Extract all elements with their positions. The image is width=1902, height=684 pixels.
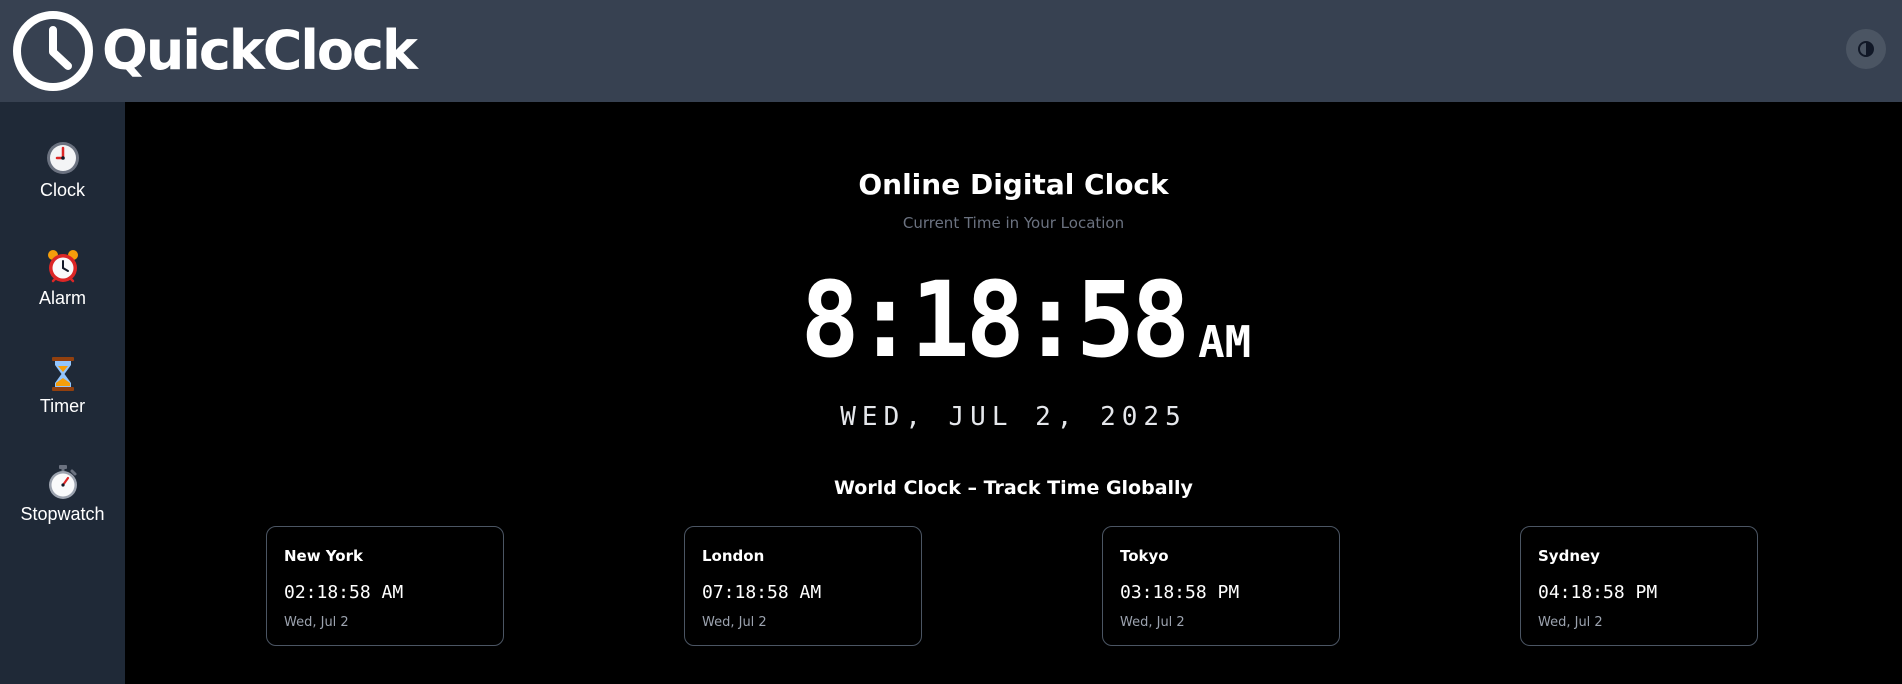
world-clock-time: 02:18:58 AM xyxy=(284,582,404,603)
world-clock-card-sydney: Sydney 04:18:58 PM Wed, Jul 2 xyxy=(1520,526,1758,646)
world-clock-city: New York xyxy=(284,547,363,565)
world-clock-time: 07:18:58 AM xyxy=(702,582,822,603)
page-title: Online Digital Clock xyxy=(858,168,1169,201)
clock-date: WED, JUL 2, 2025 xyxy=(840,402,1187,432)
world-clock-date: Wed, Jul 2 xyxy=(702,615,767,630)
hourglass-icon xyxy=(51,357,74,391)
contrast-icon xyxy=(1858,41,1874,57)
world-clock-date: Wed, Jul 2 xyxy=(1538,615,1603,630)
sidebar-item-alarm[interactable]: Alarm xyxy=(0,248,125,338)
logo-text[interactable]: QuickClock xyxy=(102,16,418,86)
world-clock-card-new-york: New York 02:18:58 AM Wed, Jul 2 xyxy=(266,526,504,646)
sidebar: Clock Alarm Timer Stopwatch xyxy=(0,102,125,684)
sidebar-item-label: Stopwatch xyxy=(20,504,105,524)
world-clock-date: Wed, Jul 2 xyxy=(284,615,349,630)
world-clock-date: Wed, Jul 2 xyxy=(1120,615,1185,630)
clock-time: 8:18:58 xyxy=(800,259,1189,381)
clock-ampm: AM xyxy=(1198,317,1252,368)
page-subtitle: Current Time in Your Location xyxy=(902,214,1125,232)
world-clock-time: 03:18:58 PM xyxy=(1120,582,1240,603)
digital-clock: 8:18:58 AM xyxy=(125,259,1902,381)
clock-icon xyxy=(46,142,79,174)
world-clock-city: Tokyo xyxy=(1120,547,1169,565)
sidebar-item-label: Timer xyxy=(39,396,86,416)
sidebar-item-stopwatch[interactable]: Stopwatch xyxy=(0,464,125,554)
world-clock-card-london: London 07:18:58 AM Wed, Jul 2 xyxy=(684,526,922,646)
theme-toggle-button[interactable] xyxy=(1846,29,1886,69)
world-clock-card-tokyo: Tokyo 03:18:58 PM Wed, Jul 2 xyxy=(1102,526,1340,646)
world-clock-city: Sydney xyxy=(1538,547,1600,565)
stopwatch-icon xyxy=(48,465,77,499)
sidebar-item-timer[interactable]: Timer xyxy=(0,356,125,446)
alarm-clock-icon xyxy=(47,250,78,283)
world-clock-time: 04:18:58 PM xyxy=(1538,582,1658,603)
world-clock-city: London xyxy=(702,547,765,565)
header: QuickClock xyxy=(0,0,1902,102)
sidebar-item-label: Alarm xyxy=(38,288,86,308)
sidebar-item-label: Clock xyxy=(39,180,85,200)
world-clock-title: World Clock – Track Time Globally xyxy=(834,477,1193,499)
sidebar-item-clock[interactable]: Clock xyxy=(0,140,125,230)
main-content: Online Digital Clock Current Time in You… xyxy=(125,102,1902,684)
clock-icon xyxy=(13,11,93,91)
